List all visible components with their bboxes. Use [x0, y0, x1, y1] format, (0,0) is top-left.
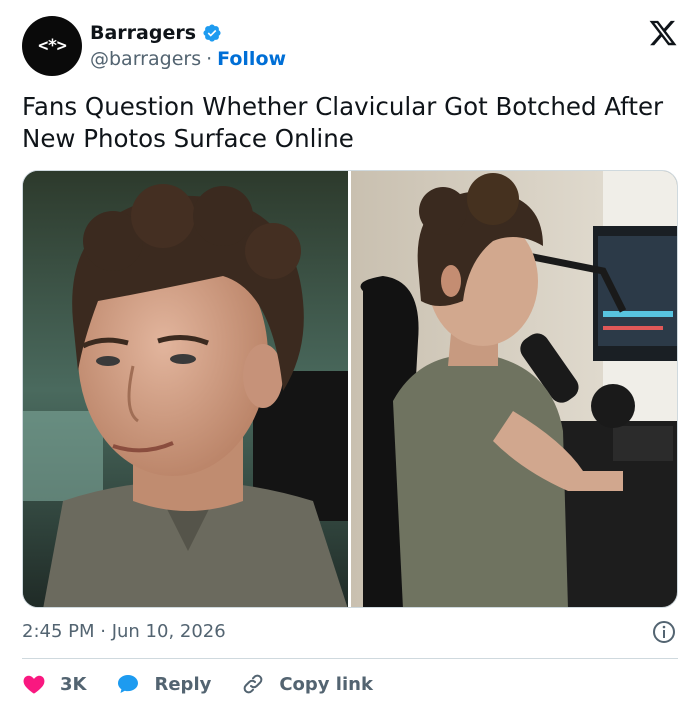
- copy-link-label: Copy link: [279, 673, 373, 695]
- separator-dot: ·: [206, 48, 213, 70]
- verified-badge-icon: [203, 24, 221, 42]
- heart-icon: [23, 675, 45, 694]
- tweet-header: <*> Barragers @barragers · Follow: [22, 16, 678, 78]
- divider: [22, 658, 678, 659]
- reply-label: Reply: [154, 673, 212, 695]
- avatar[interactable]: <*>: [22, 16, 82, 76]
- copy-link-button[interactable]: Copy link: [241, 672, 373, 696]
- link-icon: [243, 674, 263, 694]
- left-photo: [23, 171, 348, 607]
- follow-button[interactable]: Follow: [217, 48, 286, 70]
- timestamp[interactable]: 2:45 PM · Jun 10, 2026: [22, 621, 226, 642]
- reply-button[interactable]: Reply: [116, 672, 211, 696]
- info-icon[interactable]: [652, 620, 676, 644]
- author-handle[interactable]: @barragers: [90, 48, 201, 70]
- tweet-media[interactable]: [22, 170, 678, 608]
- tweet-embed-card: <*> Barragers @barragers · Follow Fans Q…: [0, 0, 700, 711]
- author-block: Barragers @barragers · Follow: [90, 20, 286, 72]
- like-count: 3K: [60, 673, 87, 695]
- author-name[interactable]: Barragers: [90, 22, 196, 44]
- right-photo: [351, 171, 677, 607]
- speech-bubble-icon: [118, 675, 139, 693]
- tweet-meta: 2:45 PM · Jun 10, 2026: [22, 620, 678, 644]
- photo-collage-image: [23, 171, 677, 607]
- x-logo-icon[interactable]: [648, 18, 678, 48]
- like-button[interactable]: 3K: [22, 672, 86, 696]
- tweet-actions: 3K Reply Copy link: [22, 670, 403, 698]
- tweet-text: Fans Question Whether Clavicular Got Bot…: [22, 92, 664, 153]
